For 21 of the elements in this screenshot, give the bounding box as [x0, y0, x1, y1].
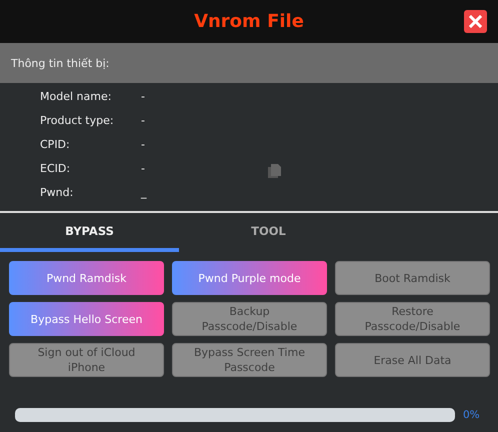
field-label: CPID:: [40, 137, 71, 153]
tab[interactable]: TOOL: [179, 214, 358, 252]
field-value: -: [141, 137, 146, 153]
field-label: Pwnd:: [40, 185, 74, 201]
field-label: Model name:: [40, 89, 112, 105]
close-icon: [469, 15, 482, 28]
window-title: Vnrom File: [194, 11, 304, 32]
action-button[interactable]: Bypass Hello Screen: [9, 302, 164, 336]
field-label: ECID:: [40, 161, 72, 177]
close-button[interactable]: [464, 10, 487, 33]
copy-icon[interactable]: [267, 163, 283, 179]
field-label: Product type:: [40, 113, 115, 129]
action-button[interactable]: Pwnd Ramdisk: [9, 261, 164, 295]
info-header: Thông tin thiết bị:: [0, 43, 498, 83]
tab[interactable]: BYPASS: [0, 214, 179, 252]
progress-reading: 0%: [463, 409, 480, 421]
field-value: -: [141, 113, 146, 129]
field-value: -: [141, 161, 146, 177]
field-value: -: [141, 89, 146, 105]
field-value: _: [141, 185, 146, 201]
action-button[interactable]: Pwnd Purple mode: [172, 261, 327, 295]
